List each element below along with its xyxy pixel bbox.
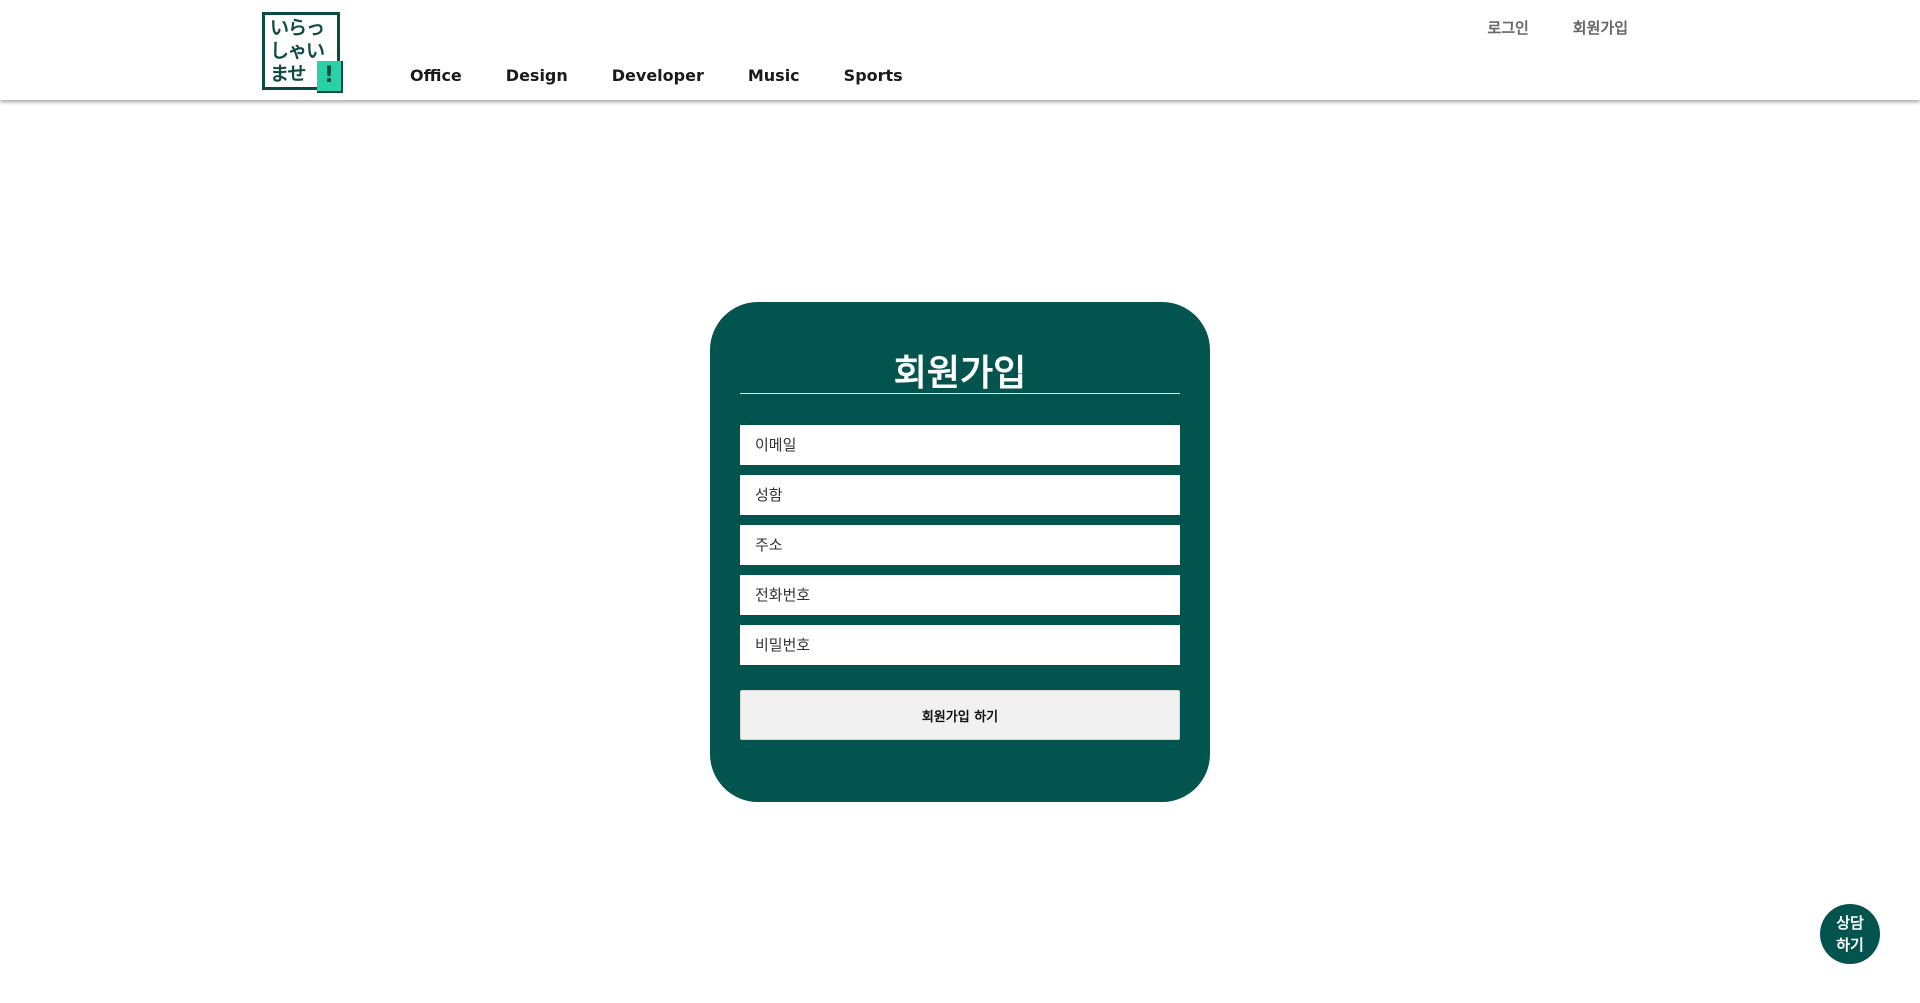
signup-submit-button[interactable]: 회원가입 하기: [740, 690, 1180, 740]
phone-input[interactable]: [740, 575, 1180, 615]
signup-link[interactable]: 회원가입: [1573, 17, 1628, 38]
nav-item-office[interactable]: Office: [410, 66, 462, 85]
consult-chat-button[interactable]: 상담 하기: [1820, 904, 1880, 964]
site-logo[interactable]: いらっしゃいませ !: [262, 12, 343, 93]
name-input[interactable]: [740, 475, 1180, 515]
nav-item-design[interactable]: Design: [506, 66, 568, 85]
nav-item-sports[interactable]: Sports: [844, 66, 903, 85]
site-header: いらっしゃいませ ! Office Design Developer Music…: [0, 0, 1920, 100]
address-input[interactable]: [740, 525, 1180, 565]
nav-item-developer[interactable]: Developer: [612, 66, 704, 85]
signup-form-card: 회원가입 회원가입 하기: [710, 302, 1210, 802]
account-links: 로그인 회원가입: [1443, 17, 1628, 38]
login-link[interactable]: 로그인: [1487, 17, 1528, 38]
title-divider: [740, 393, 1180, 394]
email-input[interactable]: [740, 425, 1180, 465]
nav-item-music[interactable]: Music: [748, 66, 800, 85]
password-input[interactable]: [740, 625, 1180, 665]
logo-exclamation: !: [317, 61, 343, 93]
main-nav: Office Design Developer Music Sports: [410, 66, 947, 85]
signup-title: 회원가입: [893, 353, 1027, 394]
